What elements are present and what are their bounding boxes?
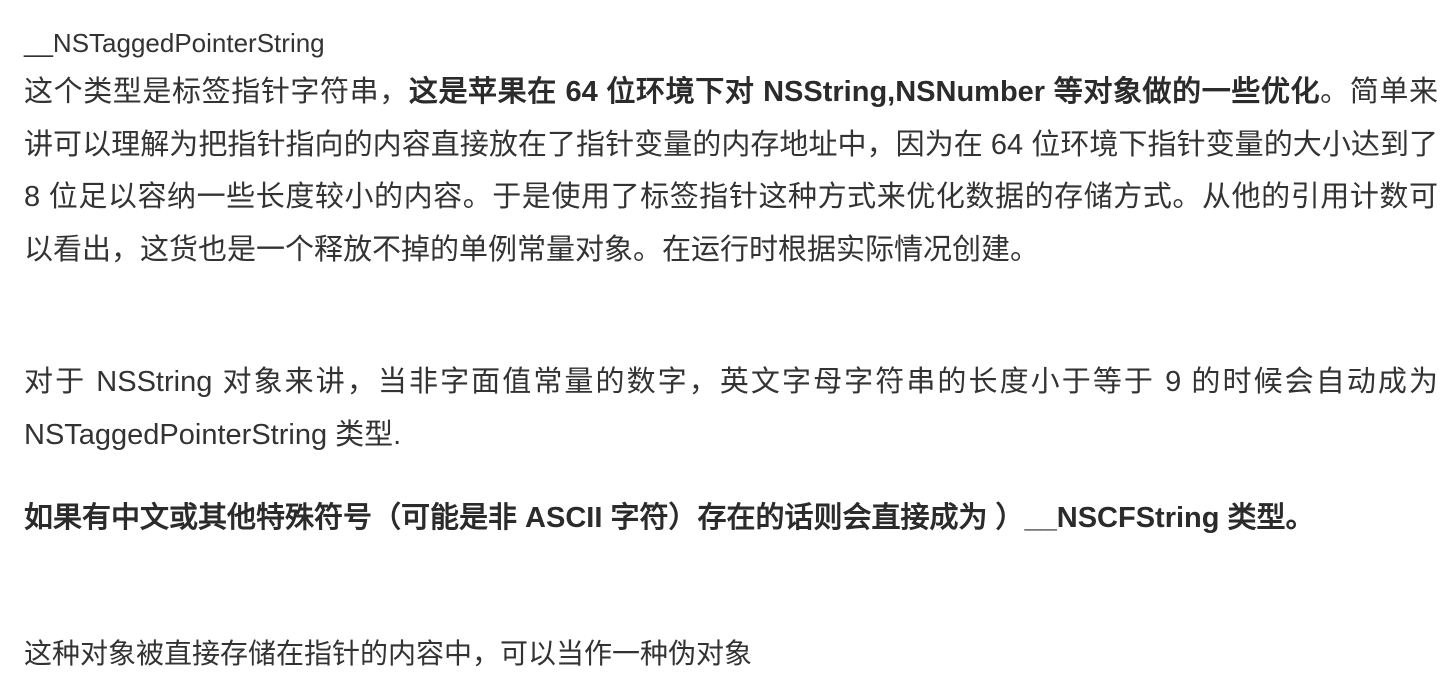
paragraph-nscfstring-rule: 如果有中文或其他特殊符号（可能是非 ASCII 字符）存在的话则会直接成为 ）_… <box>24 492 1438 545</box>
paragraph1-part1: 这个类型是标签指针字符串， <box>24 76 409 108</box>
paragraph3-bold-text: 如果有中文或其他特殊符号（可能是非 ASCII 字符）存在的话则会直接成为 ）_… <box>24 502 1315 534</box>
paragraph-tagged-pointer-intro: 这个类型是标签指针字符串，这是苹果在 64 位环境下对 NSString,NSN… <box>24 66 1438 276</box>
paragraph-nsstring-rule: 对于 NSString 对象来讲，当非字面值常量的数字，英文字母字符串的长度小于… <box>24 366 1438 451</box>
pseudo-object-note: 这种对象被直接存储在指针的内容中，可以当作一种伪对象 <box>24 638 753 669</box>
type-name-line: __NSTaggedPointerString <box>24 28 325 58</box>
paragraph1-bold-emphasis: 这是苹果在 64 位环境下对 NSString,NSNumber 等对象做的一些… <box>408 76 1321 108</box>
